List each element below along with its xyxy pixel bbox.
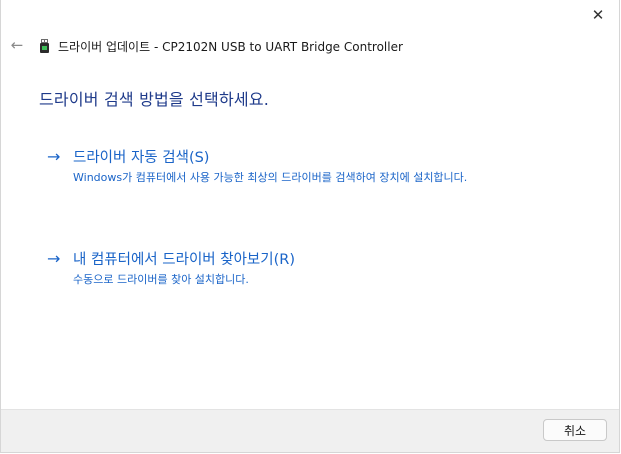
arrow-right-icon: → [47,147,61,166]
option-browse-computer-label[interactable]: 내 컴퓨터에서 드라이버 찾아보기(R) [73,248,295,269]
option-browse-computer-description: 수동으로 드라이버를 찾아 설치합니다. [73,273,249,286]
usb-device-icon [40,39,49,53]
option-browse-computer[interactable]: → 내 컴퓨터에서 드라이버 찾아보기(R) 수동으로 드라이버를 찾아 설치합… [47,248,527,287]
dialog-title: 드라이버 업데이트 - CP2102N USB to UART Bridge C… [58,39,403,54]
dialog-footer: 취소 [1,409,619,452]
arrow-right-icon: → [47,249,61,268]
driver-update-dialog: ✕ ← 드라이버 업데이트 - CP2102N USB to UART Brid… [0,0,620,453]
page-heading: 드라이버 검색 방법을 선택하세요. [39,90,270,109]
cancel-button[interactable]: 취소 [543,419,607,441]
option-auto-search-label[interactable]: 드라이버 자동 검색(S) [73,146,209,167]
back-arrow-icon[interactable]: ← [8,35,26,55]
close-icon[interactable]: ✕ [585,4,611,26]
dialog-title-bar: 드라이버 업데이트 - CP2102N USB to UART Bridge C… [39,36,403,56]
option-auto-search[interactable]: → 드라이버 자동 검색(S) Windows가 컴퓨터에서 사용 가능한 최상… [47,146,527,185]
option-auto-search-description: Windows가 컴퓨터에서 사용 가능한 최상의 드라이버를 검색하여 장치에… [73,171,468,184]
